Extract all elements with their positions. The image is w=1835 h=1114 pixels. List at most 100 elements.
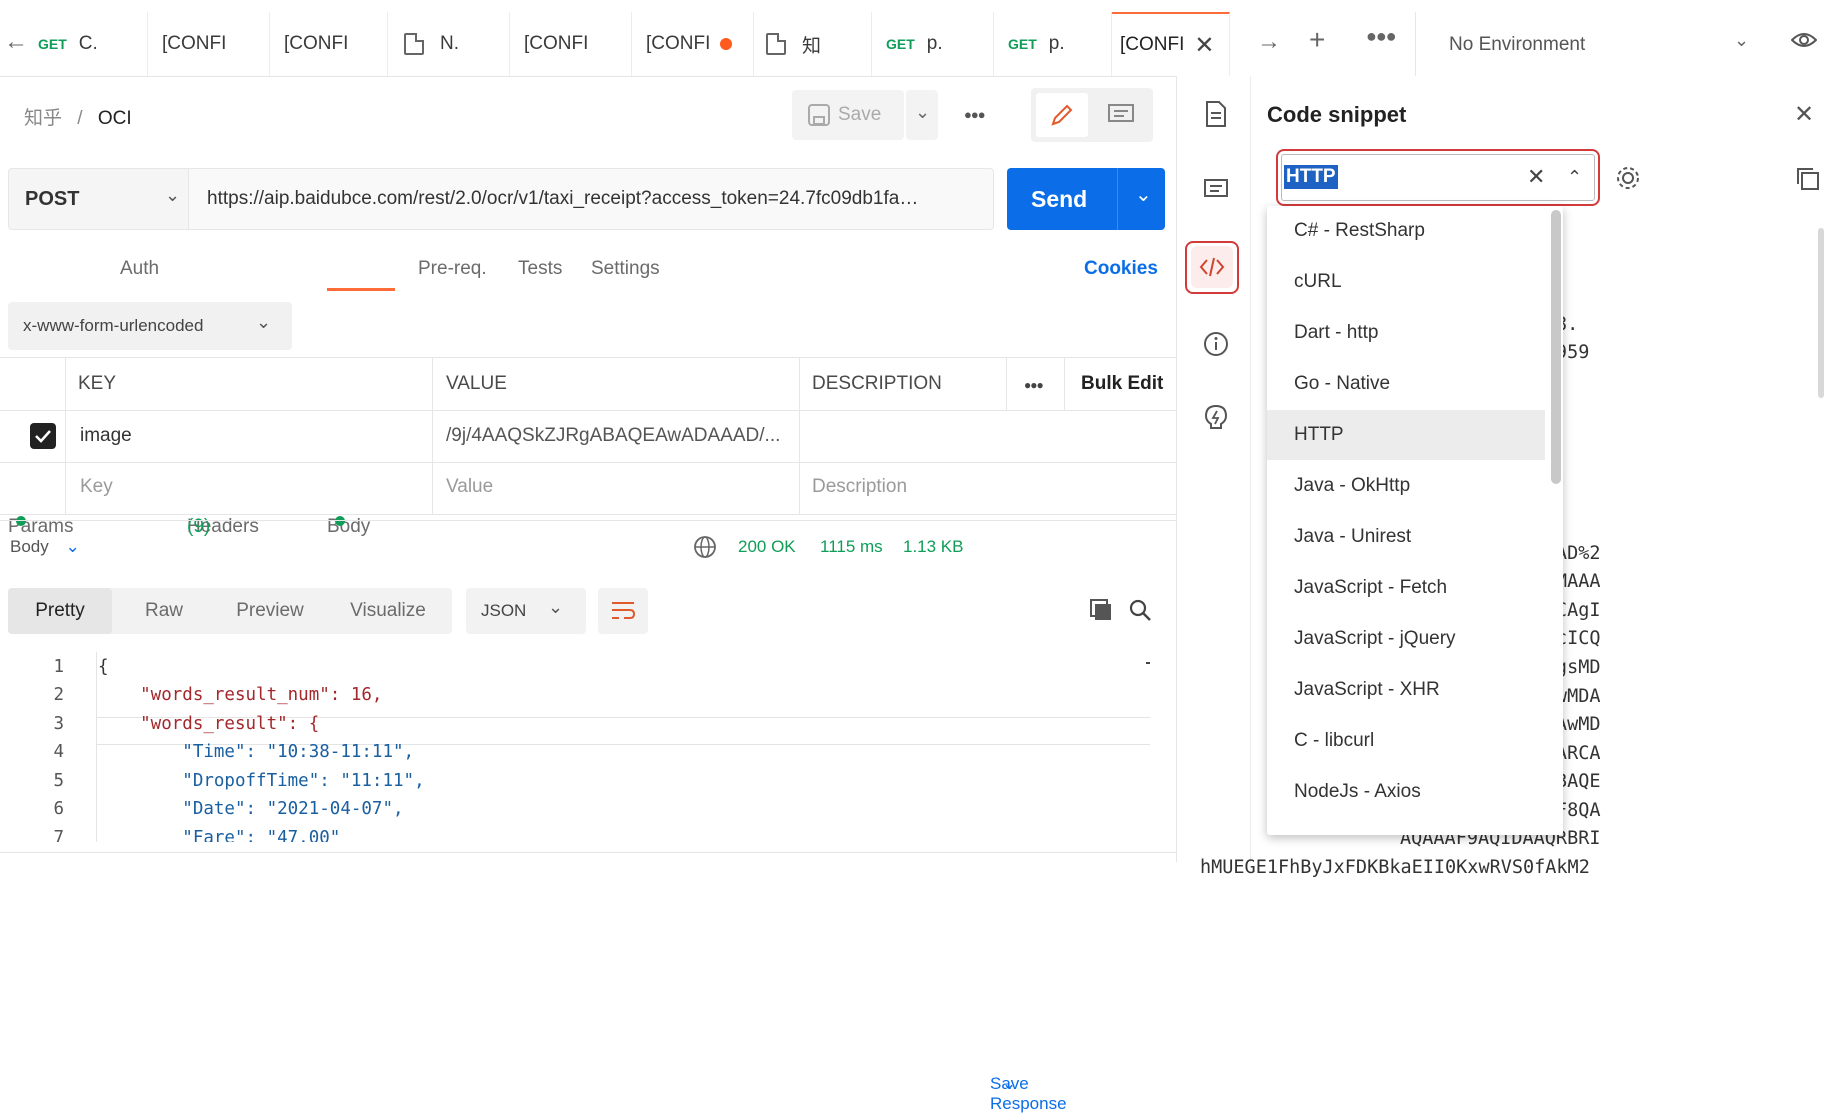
documentation-icon[interactable] xyxy=(1205,100,1227,128)
copy-icon[interactable] xyxy=(1795,166,1821,192)
language-option-selected[interactable]: HTTP xyxy=(1267,410,1545,460)
value-placeholder[interactable]: Value xyxy=(446,476,493,498)
tab-tests[interactable]: Tests xyxy=(518,258,562,280)
chevron-down-icon[interactable]: ⌄ xyxy=(1734,30,1749,51)
language-option[interactable]: Go - Native xyxy=(1267,359,1545,409)
language-option[interactable]: JavaScript - jQuery xyxy=(1267,614,1545,664)
response-time[interactable]: 1115 ms xyxy=(820,537,883,557)
view-tab-raw[interactable]: Raw xyxy=(112,588,216,634)
breadcrumb-collection[interactable]: 知乎 xyxy=(24,108,62,129)
language-option[interactable]: Java - OkHttp xyxy=(1267,461,1545,511)
language-option[interactable]: cURL xyxy=(1267,257,1545,307)
request-name[interactable]: OCI xyxy=(98,108,132,129)
response-view-tabs: Pretty Raw Preview Visualize xyxy=(8,588,452,634)
status-code[interactable]: 200 OK xyxy=(738,537,796,557)
view-tab-visualize[interactable]: Visualize xyxy=(324,588,452,634)
tab-item[interactable]: [CONFI xyxy=(632,12,754,76)
save-button[interactable]: Save xyxy=(792,90,904,140)
document-icon xyxy=(404,33,424,55)
snippet-scrollbar[interactable] xyxy=(1818,228,1824,398)
tab-auth[interactable]: Auth xyxy=(120,258,159,280)
comment-mode-icon[interactable] xyxy=(1108,104,1134,126)
chevron-down-icon[interactable]: ⌄ xyxy=(1135,182,1152,207)
language-option[interactable]: C - libcurl xyxy=(1267,716,1545,766)
copy-icon[interactable] xyxy=(1089,598,1113,622)
language-option[interactable]: NodeJs - Axios xyxy=(1267,767,1545,817)
language-option[interactable]: JavaScript - XHR xyxy=(1267,665,1545,715)
method-badge: GET xyxy=(1008,36,1037,52)
status-dot-icon xyxy=(335,516,345,526)
more-icon[interactable]: ●●● xyxy=(1366,26,1397,47)
more-options-icon[interactable]: ●●● xyxy=(964,107,986,122)
tab-label: [CONFI xyxy=(524,33,589,54)
wrap-lines-button[interactable] xyxy=(598,588,648,634)
clear-icon[interactable]: ✕ xyxy=(1527,164,1545,190)
tab-prereq[interactable]: Pre-req. xyxy=(418,258,487,280)
unsaved-dot-icon xyxy=(720,38,733,50)
tab-item-active[interactable]: [CONFI ✕ xyxy=(1112,12,1230,76)
cookies-link[interactable]: Cookies xyxy=(1084,258,1158,280)
tab-label: p. xyxy=(1048,33,1065,54)
response-size[interactable]: 1.13 KB xyxy=(903,537,964,557)
response-code-editor[interactable]: 1 { 2 "words_result_num": 16, 3 "words_r… xyxy=(0,652,1150,842)
close-panel-icon[interactable]: ✕ xyxy=(1794,100,1814,129)
save-options-button[interactable]: ⌄ xyxy=(906,90,938,140)
eye-icon[interactable] xyxy=(1791,31,1817,49)
comments-icon[interactable] xyxy=(1203,178,1229,202)
tab-item[interactable]: [CONFI xyxy=(510,12,632,76)
row-checkbox[interactable] xyxy=(30,423,56,449)
code-snippet-button[interactable] xyxy=(1191,246,1233,288)
body-type-label: x-www-form-urlencoded xyxy=(23,316,204,335)
tab-item[interactable]: [CONFI xyxy=(148,12,270,76)
tab-settings[interactable]: Settings xyxy=(591,258,660,280)
gear-icon[interactable] xyxy=(1614,164,1642,192)
info-icon[interactable] xyxy=(1203,331,1229,357)
response-body-dropdown[interactable]: Body ⌄ xyxy=(10,537,80,557)
tab-item[interactable]: GET p. xyxy=(994,12,1112,76)
tab-item[interactable]: N. xyxy=(388,12,510,76)
scroll-marker xyxy=(1146,662,1150,664)
breadcrumb-separator: / xyxy=(77,108,83,129)
language-search-input[interactable]: HTTP ✕ ⌃ xyxy=(1281,154,1595,201)
more-options-icon[interactable]: ●●● xyxy=(1024,378,1044,392)
forward-arrow-icon[interactable]: → xyxy=(1257,28,1281,56)
edit-mode-button[interactable] xyxy=(1036,93,1088,137)
param-key[interactable]: image xyxy=(80,425,132,447)
environment-select[interactable]: No Environment xyxy=(1449,34,1585,56)
tab-item[interactable]: 知 xyxy=(754,12,872,76)
send-button[interactable]: Send ⌄ xyxy=(1007,168,1165,230)
description-placeholder[interactable]: Description xyxy=(812,476,907,498)
language-option[interactable]: C# - RestSharp xyxy=(1267,206,1545,256)
code-icon xyxy=(1199,257,1225,277)
view-tab-preview[interactable]: Preview xyxy=(216,588,324,634)
language-option[interactable]: Dart - http xyxy=(1267,308,1545,358)
format-select[interactable]: JSON ⌄ xyxy=(466,588,586,634)
lightbulb-icon[interactable] xyxy=(1203,404,1229,432)
code-line: "DropoffTime": "11:11", xyxy=(98,771,425,791)
method-badge: GET xyxy=(38,36,67,52)
language-option[interactable]: Java - Unirest xyxy=(1267,512,1545,562)
close-tab-icon[interactable]: ✕ xyxy=(1194,31,1214,60)
method-select[interactable]: POST ⌄ xyxy=(8,168,189,230)
pencil-icon xyxy=(1051,104,1073,126)
code-line: { xyxy=(98,657,109,677)
param-value[interactable]: /9j/4AAQSkZJRgABAQEAwADAAAD/... xyxy=(446,425,786,447)
chevron-up-icon[interactable]: ⌃ xyxy=(1567,167,1582,188)
tab-item[interactable]: [CONFI xyxy=(270,12,388,76)
tab-item[interactable]: GET C. xyxy=(24,12,148,76)
body-type-select[interactable]: x-www-form-urlencoded ⌄ xyxy=(8,302,292,350)
bulk-edit-button[interactable]: Bulk Edit xyxy=(1081,373,1163,395)
chevron-down-icon: ⌄ xyxy=(256,312,272,332)
search-icon[interactable] xyxy=(1128,598,1152,622)
tab-item[interactable]: GET p. xyxy=(872,12,994,76)
view-tab-pretty[interactable]: Pretty xyxy=(8,588,112,634)
language-option[interactable]: JavaScript - Fetch xyxy=(1267,563,1545,613)
code-line: "Date": "2021-04-07", xyxy=(98,799,404,819)
url-input[interactable]: https://aip.baidubce.com/rest/2.0/ocr/v1… xyxy=(189,168,994,230)
globe-icon[interactable] xyxy=(693,535,719,561)
plus-icon[interactable]: + xyxy=(1309,24,1325,56)
dropdown-scrollbar[interactable] xyxy=(1551,210,1561,484)
active-tab-indicator xyxy=(327,288,395,291)
key-placeholder[interactable]: Key xyxy=(80,476,113,498)
check-icon xyxy=(35,430,51,443)
